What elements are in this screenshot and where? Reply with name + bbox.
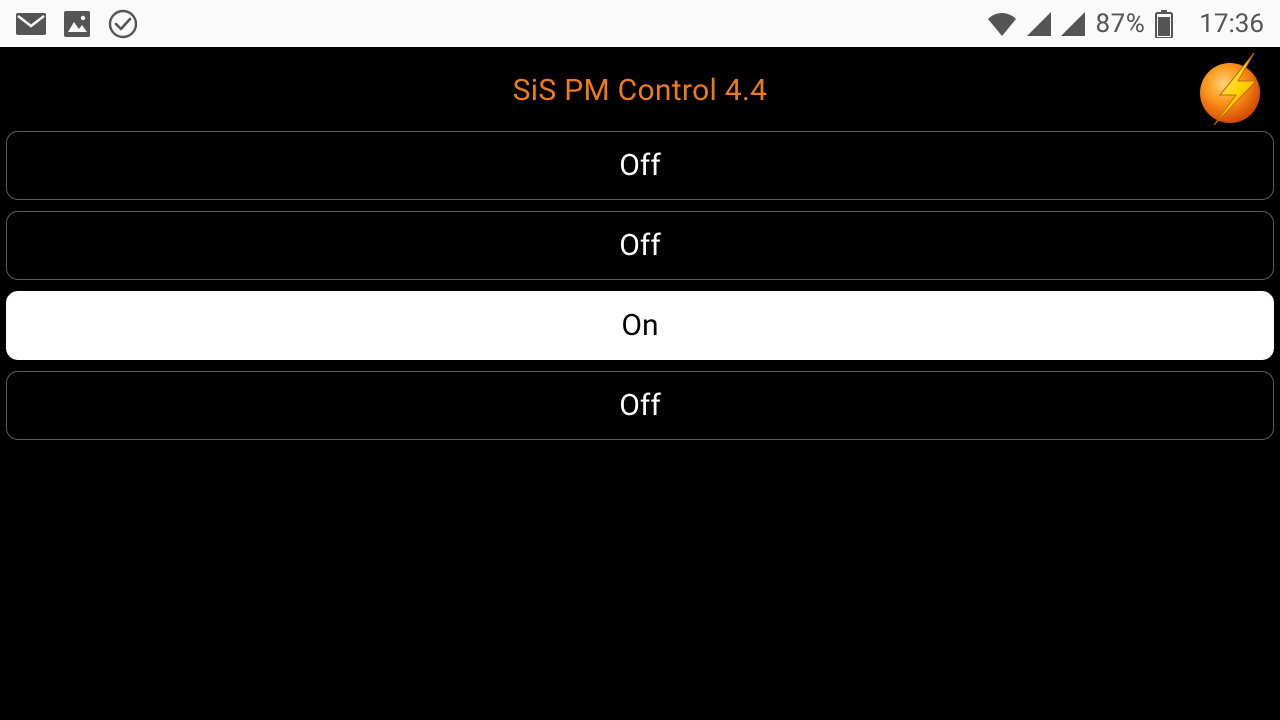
lightning-bolt-icon [1196,53,1268,125]
picture-icon [64,11,90,37]
wifi-icon [987,12,1017,36]
mail-icon [16,13,46,35]
signal-icon [1061,12,1085,36]
signal-icon [1027,12,1051,36]
outlet-toggle-1[interactable]: Off [6,131,1274,200]
outlet-label: Off [619,148,661,183]
status-bar-left [16,9,138,39]
outlet-list: Off Off On Off [6,131,1274,440]
app-body: SiS PM Control 4.4 Off [0,47,1280,720]
outlet-label: Off [619,228,661,263]
checkmark-circle-icon [108,9,138,39]
outlet-label: On [621,308,658,343]
battery-icon [1155,10,1173,38]
outlet-toggle-3[interactable]: On [6,291,1274,360]
outlet-toggle-4[interactable]: Off [6,371,1274,440]
outlet-label: Off [619,388,661,423]
page-title: SiS PM Control 4.4 [0,47,1280,108]
battery-percentage: 87% [1095,9,1145,39]
clock: 17:36 [1199,9,1264,39]
status-bar: 87% 17:36 [0,0,1280,47]
outlet-toggle-2[interactable]: Off [6,211,1274,280]
status-bar-right: 87% 17:36 [987,9,1264,39]
